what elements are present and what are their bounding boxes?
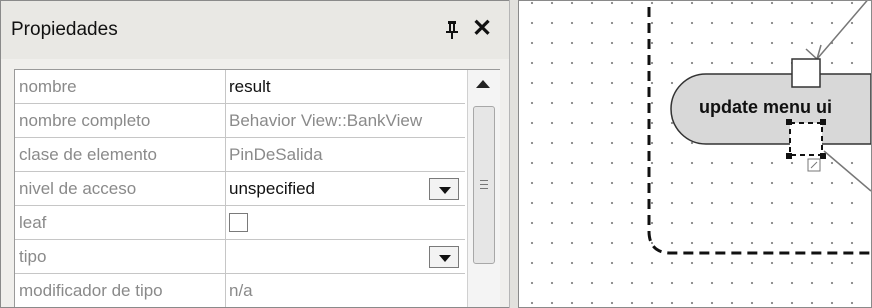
property-key: nombre xyxy=(19,77,77,96)
property-key: leaf xyxy=(19,213,47,232)
property-row-nivel-de-acceso[interactable]: nivel de acceso unspecified xyxy=(15,172,465,206)
close-icon[interactable]: ✕ xyxy=(471,17,493,41)
property-row-leaf[interactable]: leaf xyxy=(15,206,465,240)
grip-line xyxy=(480,188,488,189)
grip-line xyxy=(480,184,488,185)
incoming-edge xyxy=(816,1,868,60)
property-grid: nombre result nombre completo Behavior V… xyxy=(14,69,500,307)
outgoing-edge xyxy=(823,150,871,192)
property-value-readonly: Behavior View::BankView xyxy=(229,111,423,130)
diagram-canvas[interactable]: update menu ui xyxy=(519,1,871,307)
diagram-drawing xyxy=(647,1,871,255)
property-key: nivel de acceso xyxy=(19,179,137,198)
action-node-label[interactable]: update menu ui xyxy=(699,97,832,118)
panel-header: Propiedades ✕ xyxy=(1,1,509,59)
vertical-scrollbar[interactable] xyxy=(467,70,500,307)
property-row-clase-de-elemento[interactable]: clase de elemento PinDeSalida xyxy=(15,138,465,172)
scroll-up-icon[interactable] xyxy=(476,80,490,88)
property-value-readonly: PinDeSalida xyxy=(229,145,323,164)
property-row-modificador-de-tipo[interactable]: modificador de tipo n/a xyxy=(15,274,465,307)
properties-panel: Propiedades ✕ nombre result nombre compl… xyxy=(1,1,509,307)
scrollbar-thumb[interactable] xyxy=(473,106,495,264)
property-row-nombre-completo[interactable]: nombre completo Behavior View::BankView xyxy=(15,104,465,138)
property-key: nombre completo xyxy=(19,111,151,130)
panel-title: Propiedades xyxy=(11,19,118,40)
property-row-nombre[interactable]: nombre result xyxy=(15,70,465,104)
property-value-readonly: n/a xyxy=(229,281,253,300)
selection-handle xyxy=(786,119,792,125)
dropdown-arrow-icon[interactable] xyxy=(429,246,459,268)
output-pin-selected xyxy=(789,122,823,156)
dropdown-arrow-icon[interactable] xyxy=(429,178,459,200)
property-row-tipo[interactable]: tipo xyxy=(15,240,465,274)
property-value-input[interactable]: result xyxy=(229,70,465,103)
input-pin xyxy=(791,58,821,88)
leaf-checkbox[interactable] xyxy=(229,213,248,232)
pin-icon[interactable] xyxy=(445,20,459,40)
selection-handle xyxy=(820,153,826,159)
property-key: modificador de tipo xyxy=(19,281,163,300)
property-key: clase de elemento xyxy=(19,145,157,164)
selection-handle xyxy=(820,119,826,125)
property-key: tipo xyxy=(19,247,47,266)
panel-splitter[interactable] xyxy=(509,0,519,308)
grip-line xyxy=(480,180,488,181)
selection-handle xyxy=(786,153,792,159)
